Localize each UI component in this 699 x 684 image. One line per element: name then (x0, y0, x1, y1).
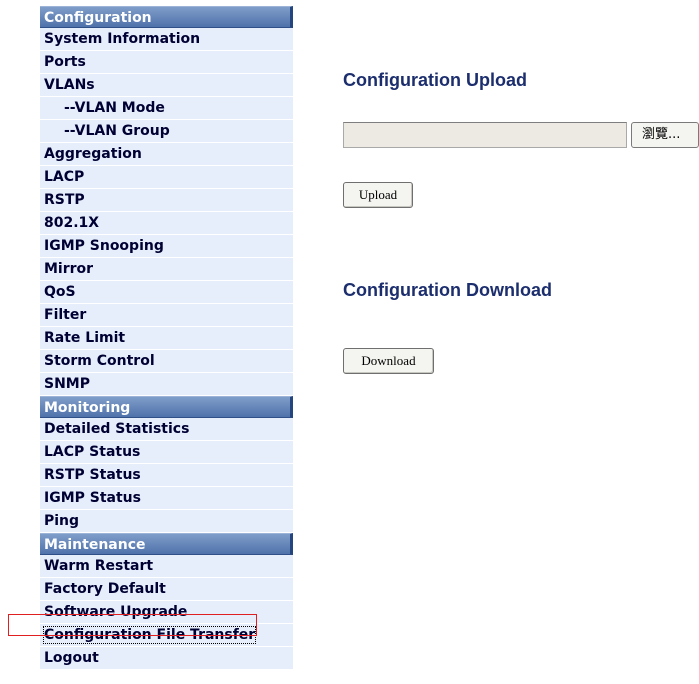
section-header-monitoring: Monitoring (40, 396, 293, 418)
menu-item-snmp[interactable]: SNMP (40, 373, 293, 396)
section-header-maintenance: Maintenance (40, 533, 293, 555)
configuration-download-title: Configuration Download (343, 280, 552, 300)
download-button[interactable]: Download (343, 348, 434, 374)
menu-item-igmp-status[interactable]: IGMP Status (40, 487, 293, 510)
menu-item-system-information[interactable]: System Information (40, 28, 293, 51)
menu-item-storm-control[interactable]: Storm Control (40, 350, 293, 373)
menu-item-igmp-snooping[interactable]: IGMP Snooping (40, 235, 293, 258)
menu-item-label: Logout (44, 650, 99, 666)
menu-item-8021x[interactable]: 802.1X (40, 212, 293, 235)
menu-item-label: Warm Restart (44, 558, 154, 574)
menu-item-label: --VLAN Mode (64, 100, 165, 116)
upload-button[interactable]: Upload (343, 182, 413, 208)
file-path-input[interactable] (343, 122, 627, 148)
menu-item-label: Rate Limit (44, 330, 126, 346)
menu-item-factory-default[interactable]: Factory Default (40, 578, 293, 601)
menu-item-label: Aggregation (44, 146, 142, 162)
menu-item-label: RSTP (44, 192, 85, 208)
menu-item-aggregation[interactable]: Aggregation (40, 143, 293, 166)
menu-item-label: IGMP Snooping (44, 238, 164, 254)
menu-item-filter[interactable]: Filter (40, 304, 293, 327)
menu-item-detailed-statistics[interactable]: Detailed Statistics (40, 418, 293, 441)
menu-item-label: IGMP Status (44, 490, 141, 506)
menu-item-label: Ping (44, 513, 80, 529)
menu-item-label: Storm Control (44, 353, 155, 369)
menu-item-warm-restart[interactable]: Warm Restart (40, 555, 293, 578)
menu-item-ports[interactable]: Ports (40, 51, 293, 74)
menu-item-label: QoS (44, 284, 76, 300)
menu-item-rstp[interactable]: RSTP (40, 189, 293, 212)
menu-item-label: Ports (44, 54, 86, 70)
menu-item-label: LACP Status (44, 444, 141, 460)
menu-item-label: Mirror (44, 261, 94, 277)
menu-item-logout[interactable]: Logout (40, 647, 293, 670)
menu-item-label: SNMP (44, 376, 90, 392)
menu-item-label: System Information (44, 31, 201, 47)
highlight-box (8, 614, 257, 636)
menu-item-lacp-status[interactable]: LACP Status (40, 441, 293, 464)
menu-item-vlan-mode[interactable]: --VLAN Mode (40, 97, 293, 120)
menu-item-label: 802.1X (44, 215, 100, 231)
menu-item-rate-limit[interactable]: Rate Limit (40, 327, 293, 350)
menu-item-qos[interactable]: QoS (40, 281, 293, 304)
menu-item-label: Detailed Statistics (44, 421, 190, 437)
configuration-upload-title: Configuration Upload (343, 70, 527, 90)
menu-item-vlans[interactable]: VLANs (40, 74, 293, 97)
browse-button[interactable]: 瀏覽... (631, 122, 699, 148)
menu-item-label: --VLAN Group (64, 123, 170, 139)
menu-item-label: LACP (44, 169, 85, 185)
menu-item-label: Filter (44, 307, 87, 323)
menu-item-ping[interactable]: Ping (40, 510, 293, 533)
menu-item-label: RSTP Status (44, 467, 141, 483)
menu-item-mirror[interactable]: Mirror (40, 258, 293, 281)
sidebar-menu: Configuration System Information Ports V… (40, 6, 293, 670)
section-header-configuration: Configuration (40, 6, 293, 28)
menu-item-label: Factory Default (44, 581, 166, 597)
menu-item-rstp-status[interactable]: RSTP Status (40, 464, 293, 487)
menu-item-vlan-group[interactable]: --VLAN Group (40, 120, 293, 143)
menu-item-label: VLANs (44, 77, 95, 93)
menu-item-lacp[interactable]: LACP (40, 166, 293, 189)
